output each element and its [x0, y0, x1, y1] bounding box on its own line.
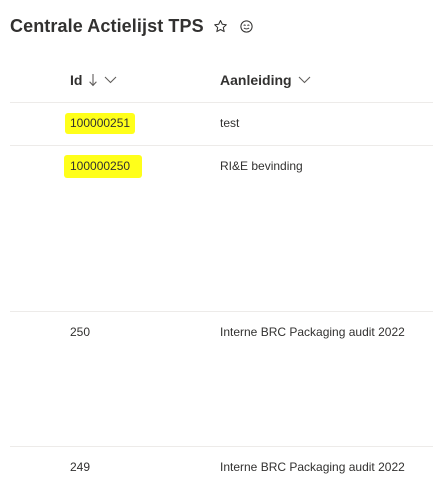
chevron-down-icon[interactable]	[298, 76, 311, 84]
list-page: Centrale Actielijst TPS Id Aanleiding 10…	[0, 0, 433, 488]
cell-id: 250	[70, 325, 91, 339]
cell-id: 249	[70, 460, 91, 474]
cell-aanleiding: test	[220, 116, 240, 130]
star-icon[interactable]	[212, 17, 230, 35]
column-header-id-label: Id	[70, 72, 83, 88]
sync-status-icon[interactable]	[238, 17, 256, 35]
sort-descending-icon	[88, 73, 98, 87]
column-header-id[interactable]: Id	[70, 72, 117, 88]
chevron-down-icon[interactable]	[104, 76, 117, 84]
table-row[interactable]: 100000251 test	[0, 102, 433, 145]
cell-id: 100000251	[70, 116, 131, 130]
title-bar: Centrale Actielijst TPS	[10, 14, 256, 38]
table-row[interactable]: 249 Interne BRC Packaging audit 2022	[0, 446, 433, 488]
table-row[interactable]: 100000250 RI&E bevinding	[0, 145, 433, 311]
column-header-aanleiding[interactable]: Aanleiding	[220, 72, 311, 88]
cell-aanleiding: RI&E bevinding	[220, 159, 303, 173]
cell-aanleiding: Interne BRC Packaging audit 2022	[220, 460, 405, 474]
cell-aanleiding: Interne BRC Packaging audit 2022	[220, 325, 405, 339]
cell-id: 100000250	[70, 159, 131, 173]
page-title: Centrale Actielijst TPS	[10, 15, 204, 36]
column-header-row: Id Aanleiding	[0, 62, 433, 102]
column-header-aanleiding-label: Aanleiding	[220, 72, 292, 88]
table-row[interactable]: 250 Interne BRC Packaging audit 2022	[0, 311, 433, 446]
